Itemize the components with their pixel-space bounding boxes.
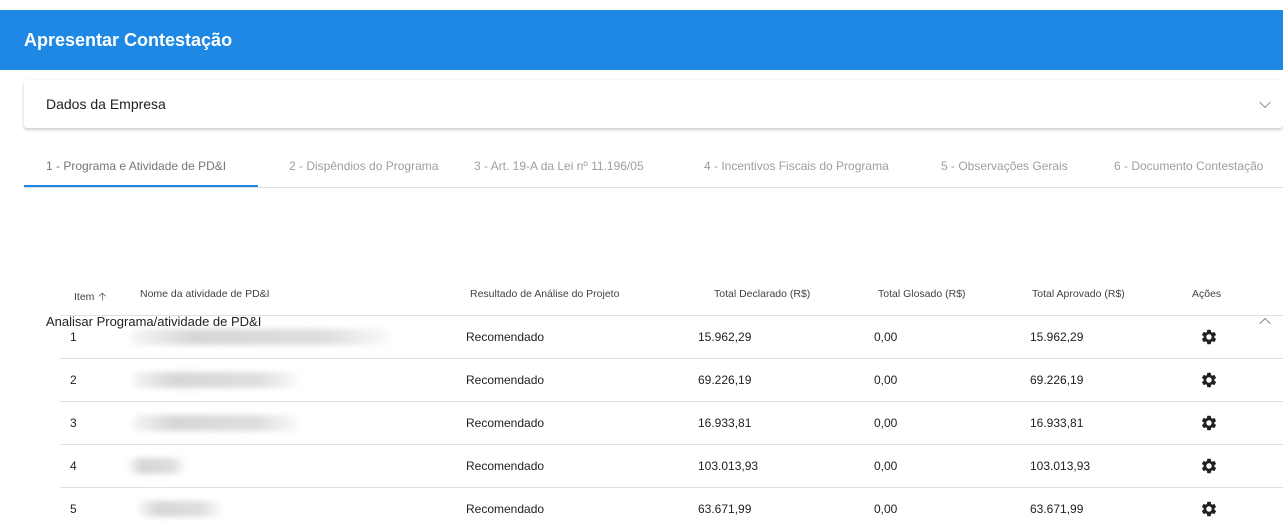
tab-bar: 1 - Programa e Atividade de PD&I 2 - Dis…: [24, 148, 1283, 188]
cell-glosado: 0,00: [874, 502, 898, 516]
header-item[interactable]: Item 🡡: [74, 288, 106, 307]
gear-icon[interactable]: [1200, 500, 1218, 518]
page-title: Apresentar Contestação: [24, 29, 233, 50]
table-row: 4 Recomendado 103.013,93 0,00 103.013,93: [60, 444, 1283, 487]
header-nome[interactable]: Nome da atividade de PD&I: [140, 288, 270, 300]
app-header: Apresentar Contestação: [0, 10, 1283, 70]
cell-glosado: 0,00: [874, 459, 898, 473]
table-row: 3 Recomendado 16.933,81 0,00 16.933,81: [60, 401, 1283, 444]
gear-icon[interactable]: [1200, 371, 1218, 389]
chevron-down-icon[interactable]: [1259, 96, 1271, 109]
header-glosado[interactable]: Total Glosado (R$): [878, 288, 966, 300]
cell-item: 1: [70, 330, 77, 344]
arrow-up-icon[interactable]: 🡡: [98, 288, 106, 307]
tab-dispendios[interactable]: 2 - Dispêndios do Programa: [289, 148, 438, 188]
cell-resultado: Recomendado: [466, 373, 545, 387]
gear-icon[interactable]: [1200, 457, 1218, 475]
tab-documento-contestacao[interactable]: 6 - Documento Contestação: [1114, 148, 1263, 188]
table-row: 1 Recomendado 15.962,29 0,00 15.962,29: [60, 315, 1283, 358]
cell-glosado: 0,00: [874, 330, 898, 344]
redacted-activity-name: [130, 329, 392, 345]
cell-glosado: 0,00: [874, 416, 898, 430]
cell-resultado: Recomendado: [466, 416, 545, 430]
tab-incentivos-fiscais[interactable]: 4 - Incentivos Fiscais do Programa: [704, 148, 889, 188]
tab-observacoes-gerais[interactable]: 5 - Observações Gerais: [941, 148, 1068, 188]
header-declarado[interactable]: Total Declarado (R$): [714, 288, 810, 300]
cell-aprovado: 16.933,81: [1030, 416, 1084, 430]
cell-item: 3: [70, 416, 77, 430]
cell-aprovado: 103.013,93: [1030, 459, 1091, 473]
cell-item: 2: [70, 373, 77, 387]
cell-item: 4: [70, 459, 77, 473]
header-resultado[interactable]: Resultado de Análise do Projeto: [470, 288, 619, 300]
cell-aprovado: 63.671,99: [1030, 502, 1084, 516]
cell-resultado: Recomendado: [466, 330, 545, 344]
redacted-activity-name: [132, 415, 300, 431]
active-tab-indicator: [24, 185, 258, 187]
tab-art-19a[interactable]: 3 - Art. 19-A da Lei nº 11.196/05: [474, 148, 644, 188]
cell-resultado: Recomendado: [466, 459, 545, 473]
cell-declarado: 103.013,93: [698, 459, 759, 473]
gear-icon[interactable]: [1200, 328, 1218, 346]
table-row: 2 Recomendado 69.226,19 0,00 69.226,19: [60, 358, 1283, 401]
table-header-row: Item 🡡 Nome da atividade de PD&I Resultad…: [60, 274, 1283, 319]
table-row: 5 Recomendado 63.671,99 0,00 63.671,99: [60, 487, 1283, 521]
cell-declarado: 69.226,19: [698, 373, 752, 387]
cell-item: 5: [70, 502, 77, 516]
dados-empresa-panel[interactable]: Dados da Empresa: [24, 80, 1283, 128]
header-acoes: Ações: [1192, 288, 1222, 300]
cell-declarado: 16.933,81: [698, 416, 752, 430]
cell-aprovado: 15.962,29: [1030, 330, 1084, 344]
tab-programa-atividade[interactable]: 1 - Programa e Atividade de PD&I: [46, 148, 226, 188]
redacted-activity-name: [128, 458, 186, 474]
cell-resultado: Recomendado: [466, 502, 545, 516]
cell-aprovado: 69.226,19: [1030, 373, 1084, 387]
redacted-activity-name: [132, 372, 300, 388]
gear-icon[interactable]: [1200, 414, 1218, 432]
cell-declarado: 15.962,29: [698, 330, 752, 344]
redacted-activity-name: [138, 501, 222, 517]
dados-empresa-title: Dados da Empresa: [46, 96, 166, 112]
cell-glosado: 0,00: [874, 373, 898, 387]
cell-declarado: 63.671,99: [698, 502, 752, 516]
header-aprovado[interactable]: Total Aprovado (R$): [1032, 288, 1125, 300]
